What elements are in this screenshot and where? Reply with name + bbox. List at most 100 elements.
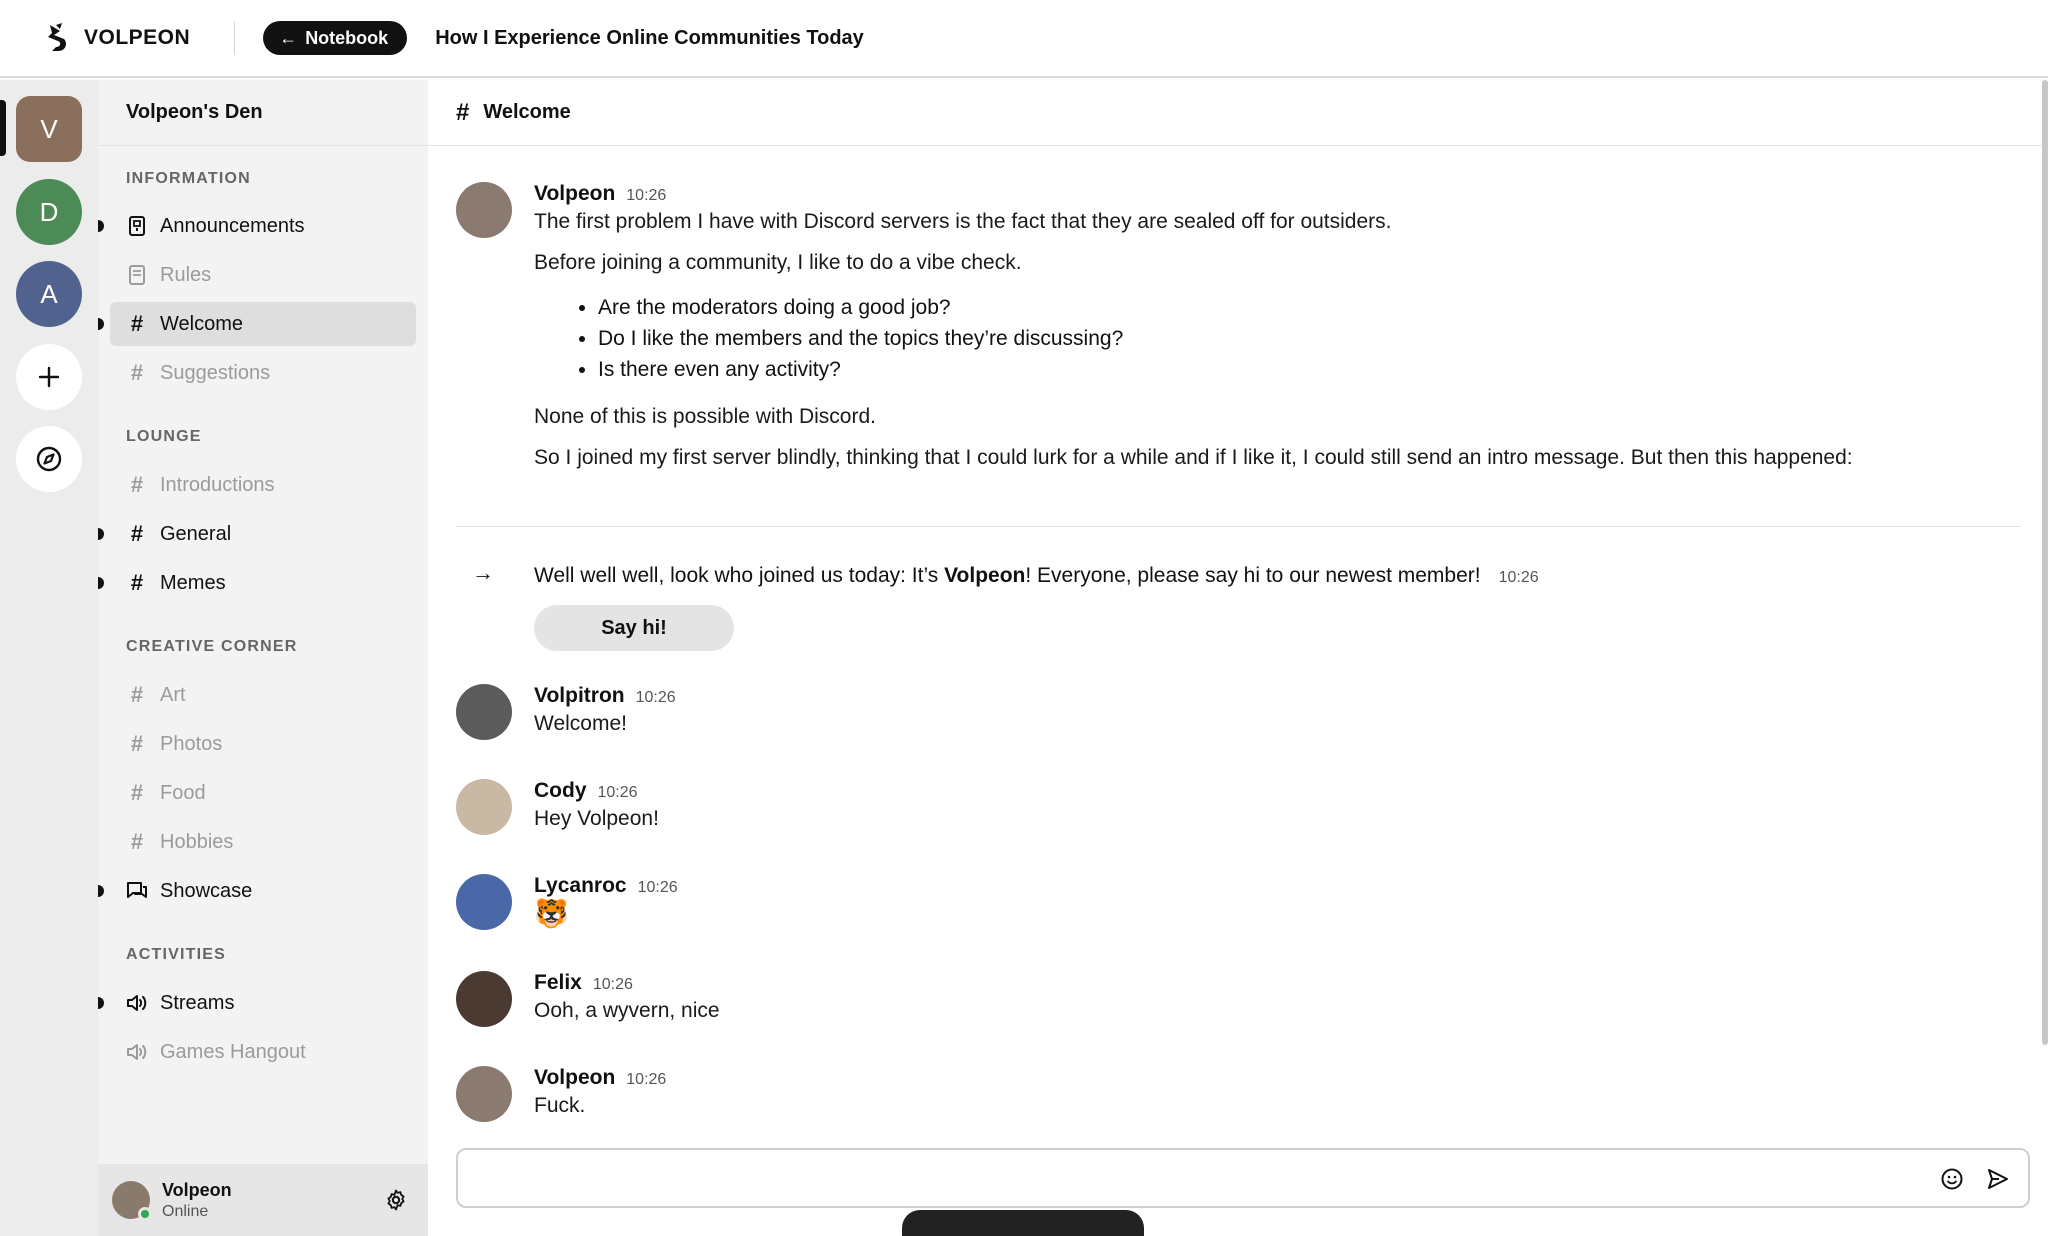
channel-label: Showcase: [160, 879, 253, 902]
floating-toolbar[interactable]: [902, 1210, 1144, 1236]
server-icon-a[interactable]: A: [16, 261, 82, 327]
message: Volpeon 10:26 Fuck.: [456, 1066, 2016, 1122]
message-timestamp: 10:26: [597, 784, 638, 801]
volpeon-logo-icon: [48, 23, 66, 51]
rules-icon: [126, 264, 148, 286]
list-item: Are the moderators doing a good job?: [598, 292, 2016, 323]
message-timestamp: 10:26: [637, 879, 678, 896]
message-author[interactable]: Volpeon: [534, 1066, 615, 1090]
divider: [234, 21, 236, 55]
channel-label: Rules: [160, 263, 212, 286]
channel-label: General: [160, 522, 232, 545]
message-author[interactable]: Volpeon: [534, 182, 615, 206]
brand-name: VOLPEON: [84, 26, 191, 49]
message: Volpeon 10:26 The first problem I have w…: [456, 182, 2016, 473]
avatar[interactable]: [456, 684, 512, 740]
compass-icon: [36, 446, 62, 472]
user-panel: Volpeon Online: [98, 1164, 428, 1236]
channel-art[interactable]: # Art: [110, 673, 416, 717]
list-item: Do I like the members and the topics the…: [598, 323, 2016, 354]
arrow-right-icon: →: [472, 560, 494, 585]
hash-icon: #: [130, 682, 144, 707]
category-activities[interactable]: ACTIVITIES: [126, 946, 226, 964]
hash-icon: #: [130, 829, 144, 854]
unread-indicator: [98, 997, 104, 1009]
unread-indicator: [98, 318, 104, 330]
hash-icon: #: [130, 731, 144, 756]
say-hi-button[interactable]: Say hi!: [534, 605, 734, 651]
category-creative-corner[interactable]: CREATIVE CORNER: [126, 638, 298, 656]
message-text: The first problem I have with Discord se…: [534, 210, 1392, 233]
channel-title: Welcome: [483, 101, 571, 123]
avatar[interactable]: [456, 182, 512, 238]
message-text: Fuck.: [534, 1094, 586, 1117]
message-text: None of this is possible with Discord.: [534, 405, 876, 428]
channel-label: Food: [160, 781, 206, 804]
speaker-icon: [126, 1041, 148, 1063]
hash-icon: #: [130, 521, 144, 546]
message-timestamp: 10:26: [592, 976, 633, 993]
avatar[interactable]: [456, 1066, 512, 1122]
channel-food[interactable]: # Food: [110, 771, 416, 815]
send-icon[interactable]: [1986, 1167, 2010, 1191]
avatar[interactable]: [456, 874, 512, 930]
avatar[interactable]: [112, 1181, 152, 1221]
back-to-notebook-button[interactable]: ← Notebook: [263, 21, 408, 55]
explore-servers-button[interactable]: [16, 426, 82, 492]
message-text: Before joining a community, I like to do…: [534, 251, 1022, 274]
join-text: Well well well, look who joined us today…: [534, 560, 2016, 593]
add-server-button[interactable]: [16, 344, 82, 410]
hash-icon: #: [130, 570, 144, 595]
emoji-icon[interactable]: [1940, 1167, 1964, 1191]
channel-sidebar: Volpeon's Den INFORMATION Announcements …: [98, 80, 428, 1236]
message-text: Welcome!: [534, 712, 627, 735]
category-information[interactable]: INFORMATION: [126, 170, 251, 188]
message-text: Hey Volpeon!: [534, 807, 659, 830]
join-text-pre: Well well well, look who joined us today…: [534, 564, 945, 587]
channel-introductions[interactable]: # Introductions: [110, 463, 416, 507]
channel-rules[interactable]: Rules: [110, 253, 416, 297]
avatar[interactable]: [456, 779, 512, 835]
user-info[interactable]: Volpeon Online: [162, 1180, 232, 1221]
channel-photos[interactable]: # Photos: [110, 722, 416, 766]
category-lounge[interactable]: LOUNGE: [126, 428, 202, 446]
gear-icon[interactable]: [384, 1188, 408, 1212]
channel-memes[interactable]: # Memes: [98, 561, 416, 605]
hash-icon: #: [130, 311, 144, 336]
unread-indicator: [98, 528, 104, 540]
message: Felix 10:26 Ooh, a wyvern, nice: [456, 971, 2016, 1027]
plus-icon: [38, 366, 60, 388]
divider: [456, 526, 2021, 527]
hash-icon: #: [130, 360, 144, 385]
hash-icon: #: [130, 472, 144, 497]
forum-icon: [126, 880, 148, 902]
top-bar: VOLPEON ← Notebook How I Experience Onli…: [0, 0, 2048, 78]
server-icon-d[interactable]: D: [16, 179, 82, 245]
server-rail: V D A: [0, 80, 98, 1236]
user-name: Volpeon: [162, 1179, 232, 1200]
avatar[interactable]: [456, 971, 512, 1027]
channel-announcements[interactable]: Announcements: [98, 204, 416, 248]
server-name[interactable]: Volpeon's Den: [98, 80, 428, 146]
channel-label: Games Hangout: [160, 1040, 306, 1063]
message: Cody 10:26 Hey Volpeon!: [456, 779, 2016, 835]
message-author[interactable]: Felix: [534, 971, 582, 995]
channel-streams[interactable]: Streams: [98, 981, 416, 1025]
brand[interactable]: VOLPEON: [42, 21, 190, 55]
message-author[interactable]: Volpitron: [534, 684, 625, 708]
channel-showcase[interactable]: Showcase: [98, 869, 416, 913]
arrow-left-icon: ←: [279, 27, 298, 48]
join-username[interactable]: Volpeon: [944, 564, 1025, 587]
channel-games-hangout[interactable]: Games Hangout: [110, 1030, 416, 1074]
message-input[interactable]: [472, 1162, 1912, 1194]
channel-general[interactable]: # General: [98, 512, 416, 556]
message-timestamp: 10:26: [635, 689, 676, 706]
channel-hobbies[interactable]: # Hobbies: [110, 820, 416, 864]
message-author[interactable]: Lycanroc: [534, 874, 627, 898]
server-icon-v[interactable]: V: [16, 96, 82, 162]
channel-welcome[interactable]: # Welcome: [98, 302, 416, 346]
scrollbar[interactable]: [2042, 80, 2048, 1045]
channel-suggestions[interactable]: # Suggestions: [110, 351, 416, 395]
user-status: Online: [162, 1202, 209, 1220]
message-author[interactable]: Cody: [534, 779, 587, 803]
